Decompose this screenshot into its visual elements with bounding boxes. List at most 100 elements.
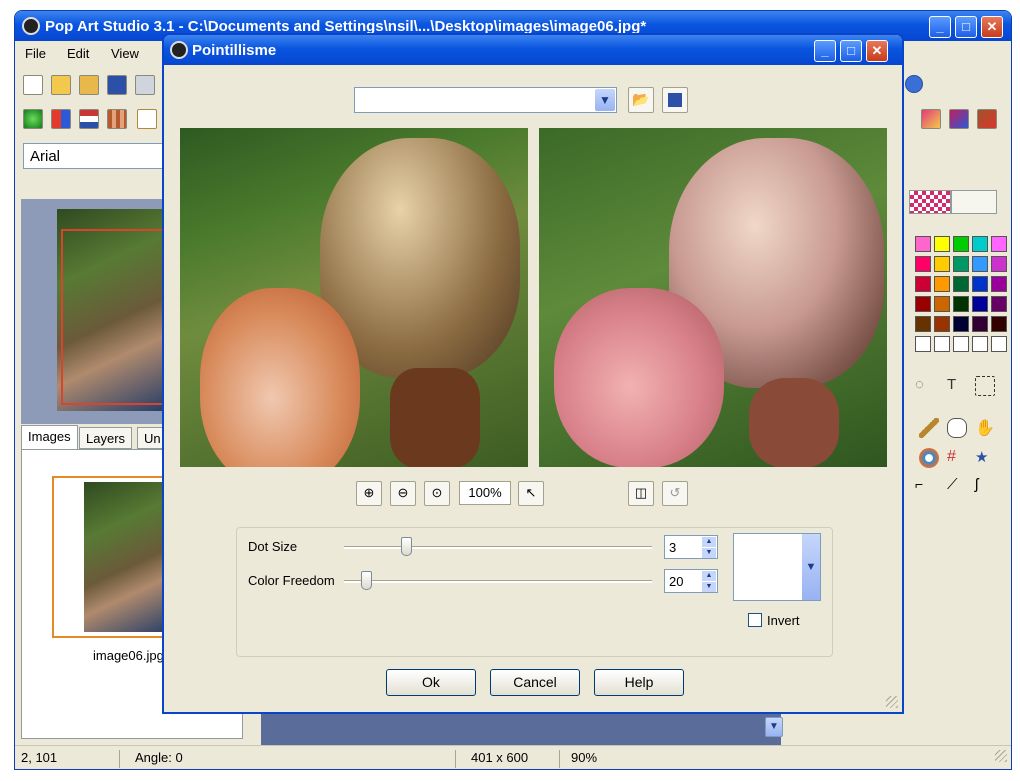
- save-icon[interactable]: [107, 75, 127, 95]
- preset-select[interactable]: ▼: [354, 87, 617, 113]
- zoom-fit-icon[interactable]: ⊙: [424, 481, 450, 506]
- maximize-icon[interactable]: □: [955, 16, 977, 38]
- zoom-out-icon[interactable]: ⊖: [390, 481, 416, 506]
- dialog-resize-grip[interactable]: [886, 696, 898, 708]
- font-select[interactable]: Arial: [23, 143, 163, 169]
- palette-swatch[interactable]: [934, 296, 950, 312]
- color-freedom-track[interactable]: [344, 580, 652, 583]
- color-freedom-slider[interactable]: [360, 571, 372, 590]
- palette-swatch[interactable]: [991, 276, 1007, 292]
- curve-icon[interactable]: ʃ: [975, 476, 995, 496]
- effect-warhol-icon[interactable]: [949, 109, 969, 129]
- palette-swatch[interactable]: [915, 296, 931, 312]
- open-icon[interactable]: [51, 75, 71, 95]
- chevron-down-icon[interactable]: ▼: [595, 89, 615, 111]
- palette-swatch[interactable]: [953, 316, 969, 332]
- menu-edit[interactable]: Edit: [67, 46, 89, 61]
- effect-flag-icon[interactable]: [79, 109, 99, 129]
- crop-icon[interactable]: ⌐: [915, 476, 935, 496]
- palette-swatch[interactable]: [915, 316, 931, 332]
- navigator-viewport[interactable]: [61, 229, 169, 405]
- effect-portrait-icon[interactable]: [921, 109, 941, 129]
- canvas-area[interactable]: [261, 711, 781, 745]
- palette-swatch[interactable]: [991, 336, 1007, 352]
- text-icon[interactable]: T: [947, 376, 967, 396]
- gradient-icon[interactable]: [919, 448, 939, 468]
- open-preset-icon[interactable]: 📂: [628, 87, 654, 113]
- palette-swatch[interactable]: [915, 256, 931, 272]
- fit-icon[interactable]: ◫: [628, 481, 654, 506]
- palette-swatch[interactable]: [953, 336, 969, 352]
- ok-button[interactable]: Ok: [386, 669, 476, 696]
- palette-swatch[interactable]: [991, 236, 1007, 252]
- open-recent-icon[interactable]: [79, 75, 99, 95]
- palette-swatch[interactable]: [934, 256, 950, 272]
- dot-size-spinner[interactable]: 3 ▲ ▼: [664, 535, 718, 559]
- zoom-in-icon[interactable]: ⊕: [356, 481, 382, 506]
- spin-down-icon[interactable]: ▼: [702, 582, 716, 592]
- dialog-minimize-icon[interactable]: _: [814, 40, 836, 62]
- palette-swatch[interactable]: [915, 276, 931, 292]
- menu-view[interactable]: View: [111, 46, 139, 61]
- palette-swatch[interactable]: [991, 256, 1007, 272]
- brush-icon[interactable]: [919, 418, 939, 438]
- dot-size-track[interactable]: [344, 546, 652, 549]
- palette-swatch[interactable]: [934, 336, 950, 352]
- magic-wand-icon[interactable]: ★: [975, 448, 995, 468]
- palette-swatch[interactable]: [972, 256, 988, 272]
- close-icon[interactable]: ✕: [981, 16, 1003, 38]
- grid-icon[interactable]: #: [947, 448, 967, 468]
- effect-green-icon[interactable]: [23, 109, 43, 129]
- hand-icon[interactable]: ✋: [975, 418, 995, 438]
- help-button[interactable]: Help: [594, 669, 684, 696]
- minimize-icon[interactable]: _: [929, 16, 951, 38]
- resize-grip[interactable]: [995, 750, 1007, 762]
- color-freedom-spinner[interactable]: 20 ▲ ▼: [664, 569, 718, 593]
- palette-swatch[interactable]: [953, 256, 969, 272]
- eraser-icon[interactable]: [947, 418, 967, 438]
- spin-up-icon[interactable]: ▲: [702, 571, 716, 581]
- palette-tab-icon[interactable]: [909, 190, 951, 214]
- effect-paint-icon[interactable]: [977, 109, 997, 129]
- scroll-down-icon[interactable]: ▼: [765, 717, 783, 737]
- effect-brick-icon[interactable]: [107, 109, 127, 129]
- new-icon[interactable]: [23, 75, 43, 95]
- select-rect-icon[interactable]: [975, 376, 995, 396]
- lasso-icon[interactable]: ◌: [915, 376, 935, 396]
- invert-checkbox[interactable]: [748, 613, 762, 627]
- image-tab-icon[interactable]: [951, 190, 997, 214]
- effect-preview[interactable]: [539, 128, 887, 467]
- cancel-button[interactable]: Cancel: [490, 669, 580, 696]
- help-icon[interactable]: [905, 75, 923, 93]
- palette-swatch[interactable]: [972, 276, 988, 292]
- palette-swatch[interactable]: [953, 276, 969, 292]
- palette-swatch[interactable]: [972, 236, 988, 252]
- palette-swatch[interactable]: [991, 316, 1007, 332]
- palette-swatch[interactable]: [972, 336, 988, 352]
- chevron-down-icon[interactable]: ▼: [802, 534, 820, 600]
- palette-swatch[interactable]: [953, 296, 969, 312]
- line-icon[interactable]: ⟋: [947, 476, 967, 496]
- palette-swatch[interactable]: [934, 276, 950, 292]
- palette-swatch[interactable]: [953, 236, 969, 252]
- thumbnail-image[interactable]: [84, 482, 174, 632]
- tab-images[interactable]: Images: [21, 425, 78, 449]
- dialog-maximize-icon[interactable]: □: [840, 40, 862, 62]
- effect-popart-icon[interactable]: [51, 109, 71, 129]
- palette-swatch[interactable]: [972, 296, 988, 312]
- palette-swatch[interactable]: [934, 236, 950, 252]
- spin-down-icon[interactable]: ▼: [702, 548, 716, 558]
- palette-swatch[interactable]: [915, 236, 931, 252]
- reset-icon[interactable]: ↺: [662, 481, 688, 506]
- palette-swatch[interactable]: [915, 336, 931, 352]
- background-color-picker[interactable]: ▼: [733, 533, 821, 601]
- pointer-icon[interactable]: ↖: [518, 481, 544, 506]
- spin-up-icon[interactable]: ▲: [702, 537, 716, 547]
- dialog-close-icon[interactable]: ✕: [866, 40, 888, 62]
- tab-layers[interactable]: Layers: [79, 427, 133, 449]
- palette-swatch[interactable]: [991, 296, 1007, 312]
- original-preview[interactable]: [180, 128, 528, 467]
- palette-swatch[interactable]: [972, 316, 988, 332]
- menu-file[interactable]: File: [25, 46, 46, 61]
- dot-size-slider[interactable]: [400, 537, 412, 556]
